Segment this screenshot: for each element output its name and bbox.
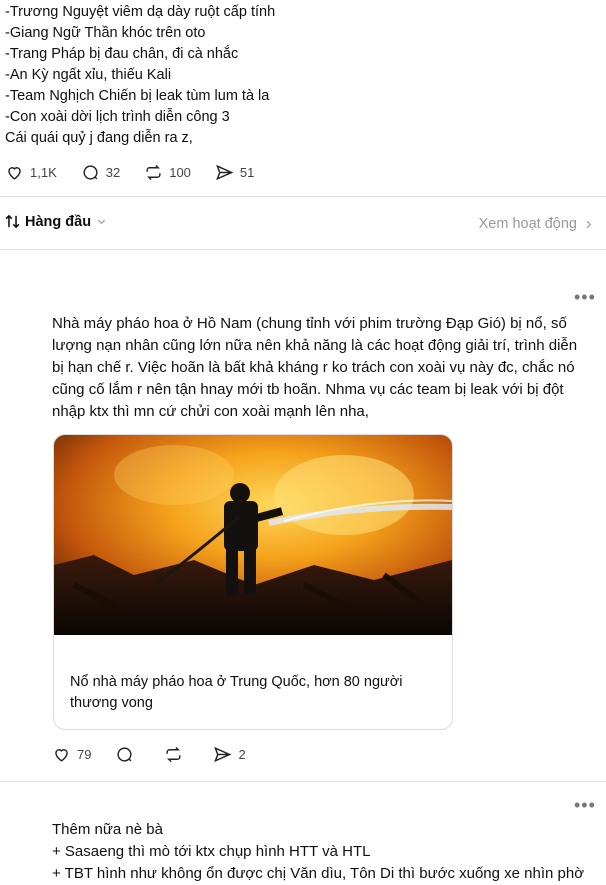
comment-button[interactable]: 32 (81, 163, 120, 182)
reply-line: Thêm nữa nè bà (52, 821, 163, 838)
repost-count: 100 (169, 165, 191, 180)
repost-icon (146, 164, 161, 181)
repost-button[interactable] (164, 745, 189, 764)
post-line: -Giang Ngữ Thần khóc trên oto (5, 25, 206, 41)
reply-text: Nhà máy pháo hoa ở Hồ Nam (chung tỉnh vớ… (52, 315, 578, 420)
post-line: -An Kỳ ngất xỉu, thiếu Kali (5, 67, 172, 83)
like-button[interactable]: 1,1K (5, 163, 57, 182)
comment-icon (117, 747, 133, 762)
post-line: Cái quái quỷ j đang diễn ra z, (5, 130, 193, 146)
link-preview-card[interactable]: Nổ nhà máy pháo hoa ở Trung Quốc, hơn 80… (53, 434, 453, 730)
reply-line: + TBT hình như không ổn được chị Văn dìu… (52, 865, 585, 882)
divider (0, 249, 606, 250)
post-actions: 1,1K 32 100 51 (5, 163, 278, 182)
sort-dropdown[interactable]: Hàng đầu (4, 213, 107, 230)
repost-button[interactable]: 100 (144, 163, 191, 182)
comment-icon (83, 165, 98, 180)
more-icon[interactable]: ••• (574, 795, 596, 816)
reply-line: + Sasaeng thì mò tới ktx chụp hình HTT v… (52, 843, 371, 860)
sort-icon (5, 214, 20, 229)
share-icon (216, 164, 234, 181)
link-preview-title: Nổ nhà máy pháo hoa ở Trung Quốc, hơn 80… (70, 674, 403, 711)
post-line: -Team Nghịch Chiến bị leak tùm lum tà la (5, 88, 270, 104)
divider (0, 781, 606, 782)
share-button[interactable]: 2 (213, 745, 246, 764)
more-icon[interactable]: ••• (574, 287, 596, 308)
share-count: 2 (238, 747, 246, 762)
comment-button[interactable] (115, 745, 140, 764)
chevron-right-icon (586, 220, 592, 228)
share-count: 51 (239, 165, 255, 180)
post-line: -Trang Pháp bị đau chân, đi cà nhắc (5, 46, 239, 62)
heart-icon (8, 167, 21, 180)
share-icon (214, 746, 232, 763)
divider (0, 196, 606, 197)
view-activity-link[interactable]: Xem hoạt động (479, 216, 594, 232)
post-line: -Trương Nguyệt viêm dạ dày ruột cấp tính (5, 4, 276, 20)
heart-icon (55, 749, 68, 762)
like-count: 1,1K (30, 165, 57, 180)
view-activity-label: Xem hoạt động (478, 216, 577, 232)
link-preview-image (54, 435, 452, 635)
reply-actions: 79 2 (52, 745, 270, 764)
share-button[interactable]: 51 (215, 163, 254, 182)
sort-label: Hàng đầu (25, 213, 92, 230)
chevron-down-icon (97, 219, 106, 225)
comment-count: 32 (105, 165, 121, 180)
repost-icon (166, 746, 182, 763)
post-line: -Con xoài dời lịch trình diễn công 3 (5, 109, 230, 125)
like-count: 79 (77, 747, 92, 762)
like-button[interactable]: 79 (52, 745, 91, 764)
